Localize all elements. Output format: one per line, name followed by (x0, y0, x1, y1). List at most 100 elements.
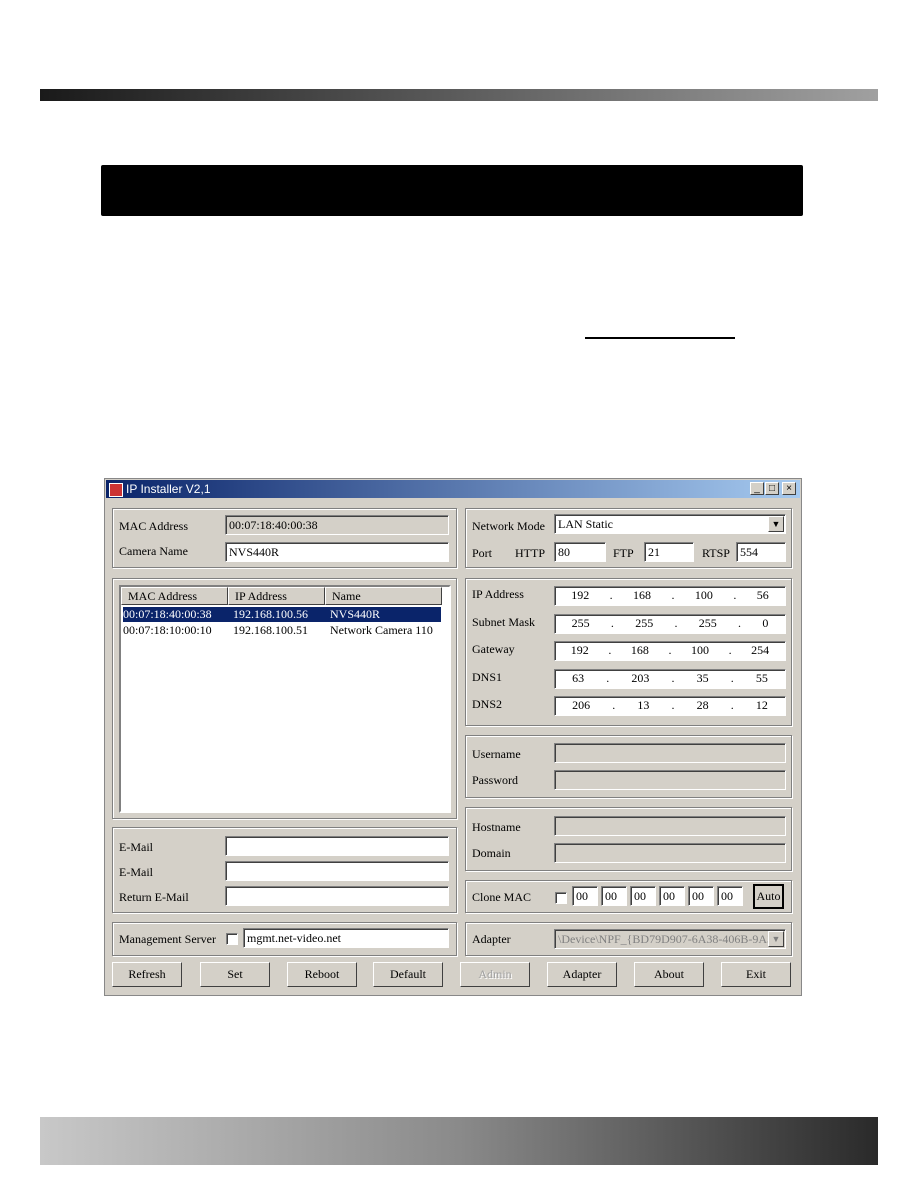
device-list-group: MAC Address IP Address Name 00:07:18:40:… (112, 578, 457, 819)
ip-octet[interactable]: 55 (756, 670, 768, 688)
refresh-button[interactable]: Refresh (112, 962, 182, 987)
domain-label: Domain (472, 846, 511, 860)
row-ip: 192.168.100.51 (233, 623, 308, 637)
auto-button[interactable]: Auto (753, 884, 784, 909)
set-button[interactable]: Set (200, 962, 270, 987)
maximize-button[interactable]: □ (765, 482, 779, 495)
hostname-label: Hostname (472, 820, 521, 834)
email2-input[interactable] (225, 861, 449, 881)
column-header-ip[interactable]: IP Address (228, 587, 325, 605)
chevron-down-icon[interactable]: ▼ (768, 931, 784, 947)
device-group: MAC Address 00:07:18:40:00:38 Camera Nam… (112, 508, 457, 568)
ip-octet[interactable]: 168 (631, 642, 649, 660)
http-port-input[interactable]: 80 (554, 542, 606, 562)
ip-address-input[interactable]: 63. 203. 35. 55 (554, 668, 786, 689)
rtsp-port-input[interactable]: 554 (736, 542, 786, 562)
ip-field-label: DNS1 (472, 669, 503, 684)
ip-octet[interactable]: 203 (631, 670, 649, 688)
column-header-name[interactable]: Name (325, 587, 442, 605)
clone-mac-octet-input[interactable]: 00 (688, 886, 714, 906)
email1-label: E-Mail (119, 840, 153, 854)
ip-field-label: IP Address (472, 587, 524, 601)
ip-octet[interactable]: 35 (697, 670, 709, 688)
ip-address-input[interactable]: 255. 255. 255. 0 (554, 613, 786, 634)
ip-octet[interactable]: 13 (637, 697, 649, 715)
row-ip: 192.168.100.56 (233, 607, 308, 621)
default-button[interactable]: Default (373, 962, 443, 987)
port-label: Port (472, 546, 493, 560)
minimize-button[interactable]: _ (750, 482, 764, 495)
ip-octet[interactable]: 255 (572, 615, 590, 633)
username-input[interactable] (554, 743, 786, 763)
ftp-port-input[interactable]: 21 (644, 542, 694, 562)
username-label: Username (472, 747, 521, 761)
reboot-button[interactable]: Reboot (287, 962, 357, 987)
password-input[interactable] (554, 770, 786, 790)
clone-mac-octet-input[interactable]: 00 (659, 886, 685, 906)
ip-settings-group: IP Address 192. 168. 100. 56 Subnet Mask 255. 2… (465, 578, 792, 726)
about-button[interactable]: About (634, 962, 704, 987)
section-title-banner (101, 165, 803, 216)
device-list[interactable]: MAC Address IP Address Name 00:07:18:40:… (119, 585, 451, 813)
close-button[interactable]: × (782, 482, 796, 495)
octet-separator: . (671, 670, 675, 685)
chevron-down-icon[interactable]: ▼ (768, 516, 784, 532)
hostname-input[interactable] (554, 816, 786, 836)
adapter-button[interactable]: Adapter (547, 962, 617, 987)
octet-separator: . (609, 588, 613, 602)
adapter-dropdown[interactable]: \Device\NPF_{BD79D907-6A38-406B-9A3 ▼ (554, 929, 786, 949)
ip-address-input[interactable]: 192. 168. 100. 56 (554, 586, 786, 606)
octet-separator: . (668, 643, 672, 657)
ip-field-label: Gateway (472, 642, 515, 656)
management-server-input[interactable]: mgmt.net-video.net (243, 928, 449, 948)
ip-octet[interactable]: 168 (633, 587, 651, 605)
clone-mac-group: Clone MAC Auto 00 00 00 00 00 00 (465, 880, 792, 913)
list-row[interactable]: 00:07:18:10:00:10 192.168.100.51 Network… (123, 623, 441, 638)
host-group: Hostname Domain (465, 807, 792, 871)
clone-mac-octet-input[interactable]: 00 (717, 886, 743, 906)
clone-mac-octet-input[interactable]: 00 (601, 886, 627, 906)
ip-field-label: Subnet Mask (472, 614, 535, 629)
admin-button[interactable]: Admin (460, 962, 530, 987)
return-email-label: Return E-Mail (119, 890, 189, 904)
ip-address-input[interactable]: 206. 13. 28. 12 (554, 696, 786, 716)
adapter-label: Adapter (472, 932, 511, 946)
network-mode-dropdown[interactable]: LAN Static ▼ (554, 514, 786, 534)
camera-name-input[interactable]: NVS440R (225, 542, 449, 562)
domain-input[interactable] (554, 843, 786, 863)
underline-rule (585, 337, 735, 339)
ip-octet[interactable]: 28 (697, 697, 709, 715)
ip-octet[interactable]: 100 (691, 642, 709, 660)
return-email-input[interactable] (225, 886, 449, 906)
title-bar[interactable]: IP Installer V2,1 _ □ × (106, 480, 800, 498)
email1-input[interactable] (225, 836, 449, 856)
row-mac: 00:07:18:40:00:38 (123, 607, 212, 621)
ip-octet[interactable]: 254 (751, 642, 769, 660)
management-checkbox[interactable] (226, 933, 238, 945)
management-group: Management Server mgmt.net-video.net (112, 922, 457, 956)
ip-octet[interactable]: 56 (757, 587, 769, 605)
column-header-mac[interactable]: MAC Address (121, 587, 228, 605)
ip-octet[interactable]: 12 (756, 697, 768, 715)
ip-address-input[interactable]: 192. 168. 100. 254 (554, 641, 786, 661)
octet-separator: . (610, 615, 614, 630)
clone-mac-octet-input[interactable]: 00 (630, 886, 656, 906)
mac-label: MAC Address (119, 519, 189, 533)
ip-octet[interactable]: 255 (699, 615, 717, 633)
clone-mac-octet-input[interactable]: 00 (572, 886, 598, 906)
ip-octet[interactable]: 206 (572, 697, 590, 715)
ftp-label: FTP (613, 546, 634, 560)
ip-octet[interactable]: 100 (695, 587, 713, 605)
network-mode-value: LAN Static (558, 517, 613, 531)
http-label: HTTP (515, 546, 545, 560)
clone-mac-label: Clone MAC (472, 890, 532, 904)
email2-label: E-Mail (119, 865, 153, 879)
list-row[interactable]: 00:07:18:40:00:38 192.168.100.56 NVS440R (122, 606, 442, 623)
ip-octet[interactable]: 192 (571, 587, 589, 605)
ip-octet[interactable]: 63 (572, 670, 584, 688)
ip-octet[interactable]: 192 (571, 642, 589, 660)
ip-octet[interactable]: 0 (762, 615, 768, 633)
exit-button[interactable]: Exit (721, 962, 791, 987)
ip-octet[interactable]: 255 (635, 615, 653, 633)
clone-mac-checkbox[interactable] (555, 892, 567, 904)
